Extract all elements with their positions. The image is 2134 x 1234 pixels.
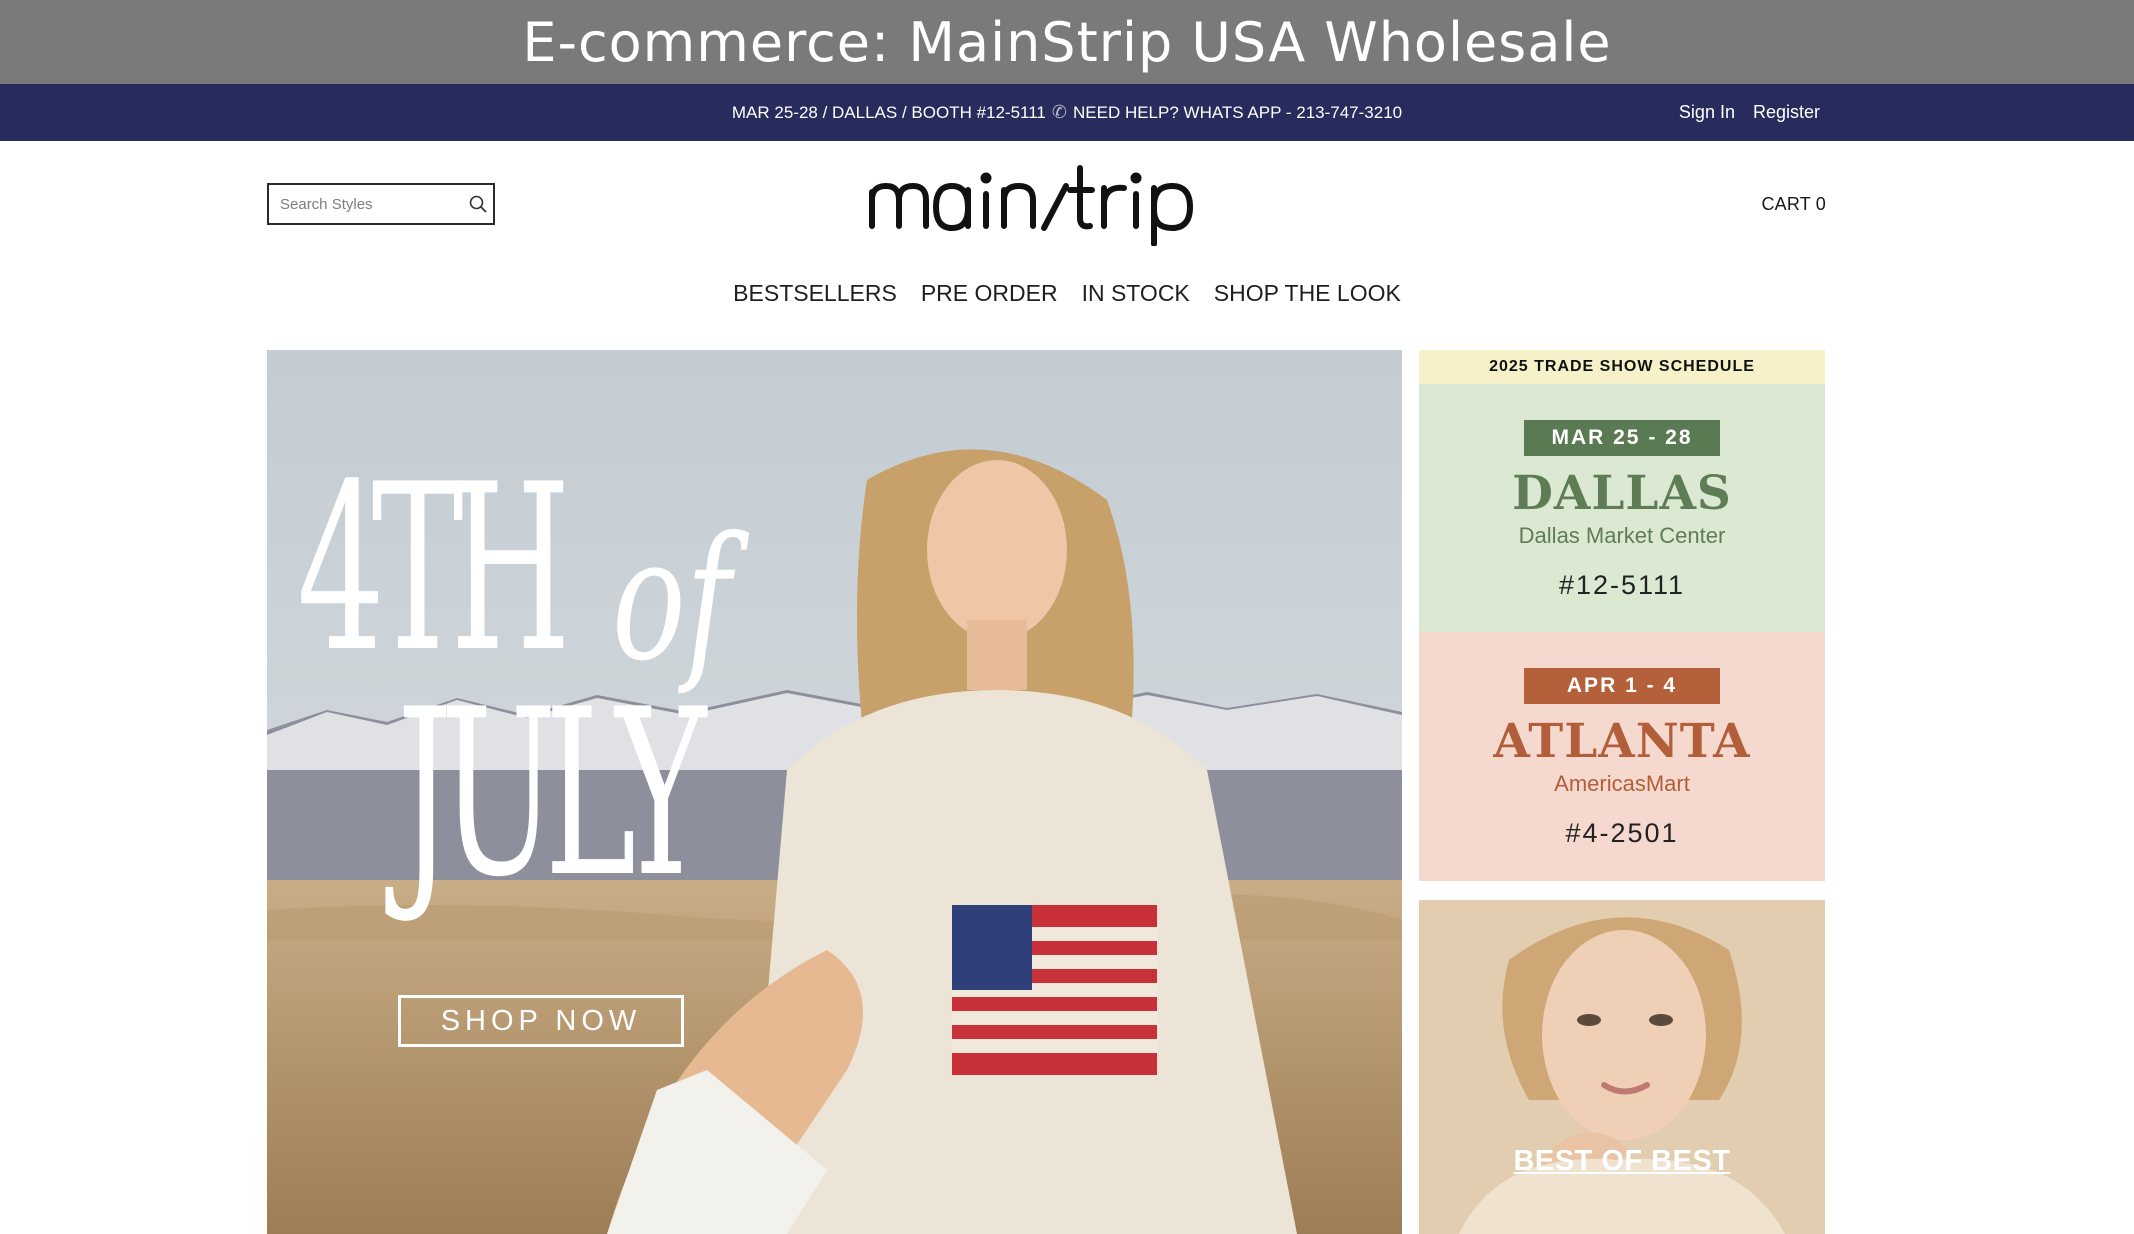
show-dates: MAR 25 - 28 xyxy=(1524,420,1720,456)
account-links: Sign In Register xyxy=(1679,84,1820,141)
phone-icon: ✆ xyxy=(1051,102,1067,122)
nav-pre-order[interactable]: PRE ORDER xyxy=(921,280,1058,320)
shop-now-button[interactable]: SHOP NOW xyxy=(398,995,684,1047)
search-input[interactable] xyxy=(269,185,460,223)
hero-title-of: of xyxy=(612,501,732,699)
show-venue: AmericasMart xyxy=(1554,771,1690,796)
nav-in-stock[interactable]: IN STOCK xyxy=(1082,280,1190,320)
announcement-bar: MAR 25-28 / DALLAS / BOOTH #12-5111 ✆ NE… xyxy=(0,84,2134,141)
show-booth: #12-5111 xyxy=(1558,570,1686,600)
window-caption: E-commerce: MainStrip USA Wholesale xyxy=(0,0,2134,84)
logo-wordmark xyxy=(869,165,1193,247)
hero-title-4th: 4TH xyxy=(297,436,571,703)
schedule-title: 2025 TRADE SHOW SCHEDULE xyxy=(1419,350,1825,384)
mainstrip-logo[interactable] xyxy=(866,160,1226,247)
sign-in-link[interactable]: Sign In xyxy=(1679,102,1735,123)
main-nav: BESTSELLERS PRE ORDER IN STOCK SHOP THE … xyxy=(0,280,2134,320)
hero-banner[interactable]: 4TH of JULY SHOP NOW xyxy=(267,350,1402,1234)
search-box xyxy=(267,183,495,225)
best-of-best-link[interactable]: BEST OF BEST xyxy=(1419,1145,1825,1178)
show-dates: APR 1 - 4 xyxy=(1524,668,1720,704)
announcement-event: MAR 25-28 / DALLAS / BOOTH #12-5111 xyxy=(731,102,1046,122)
show-city: ATLANTA xyxy=(1493,714,1751,769)
announcement-help: NEED HELP? WHATS APP - 213-747-3210 xyxy=(1072,102,1403,122)
show-dallas: MAR 25 - 28 DALLAS Dallas Market Center … xyxy=(1419,384,1825,632)
show-atlanta: APR 1 - 4 ATLANTA AmericasMart #4-2501 xyxy=(1419,632,1825,881)
show-venue: Dallas Market Center xyxy=(1518,523,1726,548)
promo-image xyxy=(1419,900,1825,1234)
search-icon[interactable] xyxy=(468,194,488,214)
nav-shop-the-look[interactable]: SHOP THE LOOK xyxy=(1214,280,1401,320)
cart-link[interactable]: CART 0 xyxy=(1761,194,1826,215)
show-city: DALLAS xyxy=(1512,466,1732,521)
register-link[interactable]: Register xyxy=(1753,102,1820,123)
trade-show-schedule[interactable]: 2025 TRADE SHOW SCHEDULE MAR 25 - 28 DAL… xyxy=(1419,350,1825,881)
nav-bestsellers[interactable]: BESTSELLERS xyxy=(733,280,897,320)
show-booth: #4-2501 xyxy=(1565,818,1679,848)
hero-title-july: JULY xyxy=(397,661,707,928)
best-of-best-promo[interactable]: BEST OF BEST xyxy=(1419,900,1825,1234)
